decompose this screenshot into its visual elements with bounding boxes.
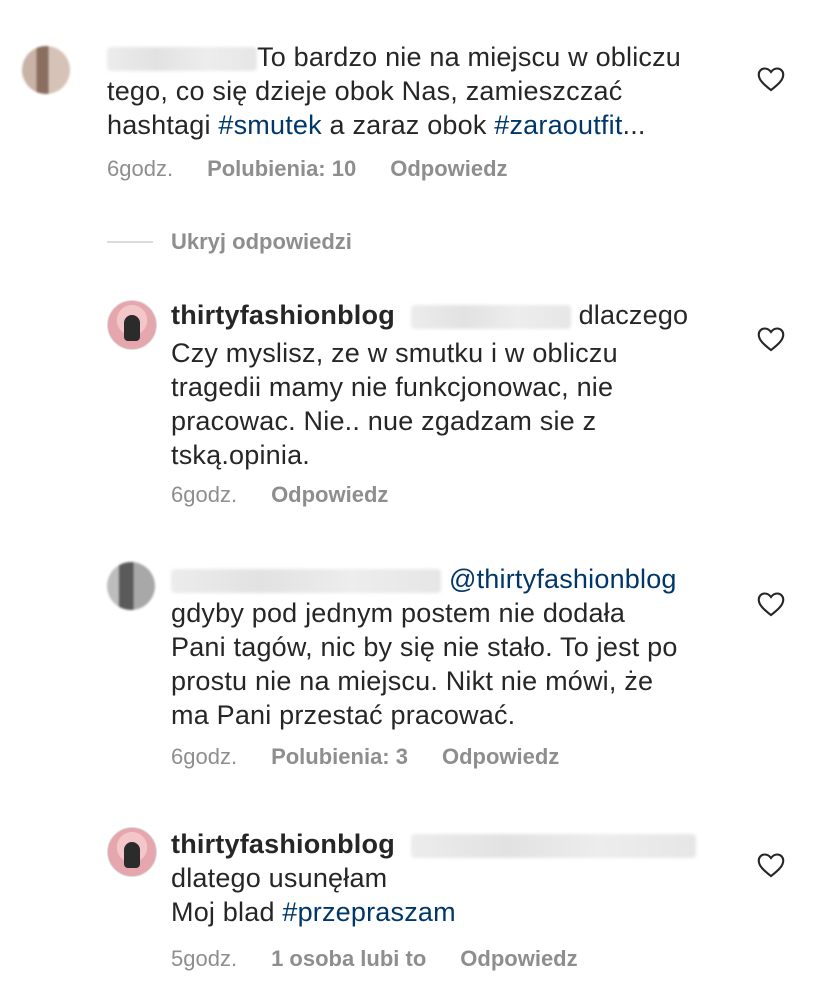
heart-icon[interactable] — [757, 852, 785, 878]
likes-count[interactable]: Polubienia: 10 — [207, 156, 356, 181]
comment-meta: 6godz. Polubienia: 3 Odpowiedz — [171, 744, 593, 770]
comment-text: hashtagi #smutek a zaraz obok #zaraoutfi… — [107, 110, 646, 140]
avatar[interactable] — [107, 562, 155, 610]
comment-text: tragedii mamy nie funkcjonowac, nie — [171, 372, 614, 402]
reply-button[interactable]: Odpowiedz — [460, 946, 577, 971]
reply-button[interactable]: Odpowiedz — [271, 482, 388, 507]
comment-text: To bardzo nie na miejscu w obliczu — [107, 40, 681, 74]
blurred-username[interactable] — [107, 46, 257, 71]
timestamp[interactable]: 5godz. — [171, 946, 237, 971]
username-link[interactable]: thirtyfashionblog — [171, 829, 395, 859]
comment-text: dlatego usunęłam — [171, 863, 388, 893]
comment-meta: 5godz. 1 osoba lubi to Odpowiedz — [171, 946, 612, 972]
comment-text: @thirtyfashionblog — [171, 562, 677, 596]
replies-divider — [107, 241, 153, 243]
comment-text: thirtyfashionblog — [171, 827, 696, 861]
avatar[interactable] — [107, 300, 157, 350]
timestamp[interactable]: 6godz. — [171, 744, 237, 769]
comment-meta: 6godz. Polubienia: 10 Odpowiedz — [107, 156, 542, 182]
mention-link[interactable]: @thirtyfashionblog — [449, 564, 677, 594]
avatar[interactable] — [22, 46, 70, 94]
blurred-username[interactable] — [171, 568, 441, 593]
hashtag-link[interactable]: #smutek — [218, 110, 321, 140]
reply-button[interactable]: Odpowiedz — [442, 744, 559, 769]
comment-text: ma Pani przestać pracować. — [171, 700, 516, 730]
timestamp[interactable]: 6godz. — [171, 482, 237, 507]
comment-meta: 6godz. Odpowiedz — [171, 482, 422, 508]
heart-icon[interactable] — [757, 66, 785, 92]
hashtag-link[interactable]: #zaraoutfit — [494, 110, 622, 140]
comment-text: prostu nie na miejscu. Nikt nie mówi, że — [171, 666, 654, 696]
heart-icon[interactable] — [757, 591, 785, 617]
comment-text: gdyby pod jednym postem nie dodała — [171, 598, 626, 628]
username-link[interactable]: thirtyfashionblog — [171, 300, 395, 330]
comment-text: Czy myslisz, ze w smutku i w obliczu — [171, 338, 618, 368]
comment-text: Pani tagów, nic by się nie stało. To jes… — [171, 632, 678, 662]
blurred-mention[interactable] — [410, 833, 696, 858]
comment-text: tską.opinia. — [171, 440, 310, 470]
likes-count[interactable]: Polubienia: 3 — [271, 744, 408, 769]
comment-text: tego, co się dzieje obok Nas, zamieszcza… — [107, 76, 623, 106]
hide-replies-button[interactable]: Ukryj odpowiedzi — [171, 229, 352, 255]
comment-text: Moj blad #przepraszam — [171, 897, 456, 927]
avatar[interactable] — [107, 827, 157, 877]
blurred-mention[interactable] — [410, 304, 571, 329]
timestamp[interactable]: 6godz. — [107, 156, 173, 181]
heart-icon[interactable] — [757, 326, 785, 352]
comment-text: thirtyfashionblog dlaczego — [171, 300, 689, 330]
reply-button[interactable]: Odpowiedz — [390, 156, 507, 181]
comment-text: pracowac. Nie.. nue zgadzam sie z — [171, 406, 597, 436]
hashtag-link[interactable]: #przepraszam — [282, 897, 455, 927]
likes-count[interactable]: 1 osoba lubi to — [271, 946, 426, 971]
